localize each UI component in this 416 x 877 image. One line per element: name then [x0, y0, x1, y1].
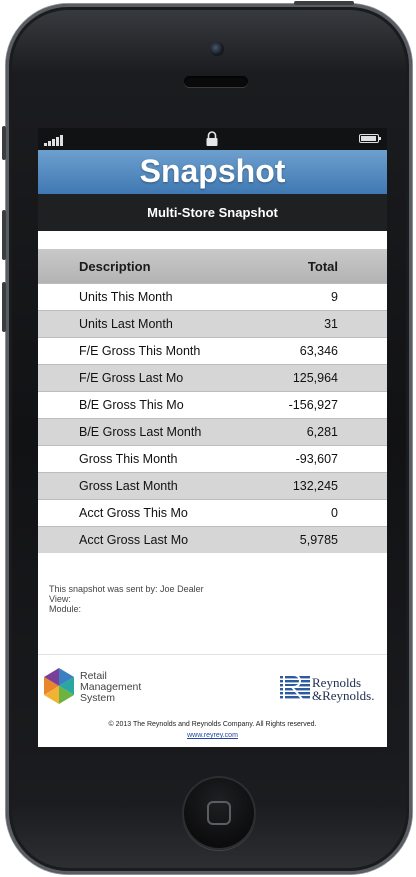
reynolds-logo-icon [280, 675, 310, 699]
home-button[interactable] [182, 776, 256, 850]
row-total: 5,9785 [255, 526, 387, 553]
row-description: Units Last Month [38, 310, 256, 338]
column-header-description: Description [38, 249, 256, 284]
sent-info: This snapshot was sent by: Joe Dealer Vi… [49, 584, 387, 614]
front-camera-icon [210, 42, 224, 56]
table-row: Acct Gross This Mo 0 [38, 499, 387, 527]
home-square-icon [207, 801, 231, 825]
table-row: Gross Last Month 132,245 [38, 472, 387, 500]
rms-logo-icon [44, 668, 74, 704]
table-row: Gross This Month -93,607 [38, 445, 387, 473]
battery-icon [359, 134, 381, 143]
row-description: B/E Gross This Mo [38, 391, 256, 419]
table-row: F/E Gross This Month 63,346 [38, 337, 387, 365]
table-row: B/E Gross Last Month 6,281 [38, 418, 387, 446]
spacer [38, 231, 387, 249]
row-description: F/E Gross Last Mo [38, 364, 256, 392]
row-description: B/E Gross Last Month [38, 418, 256, 446]
page-title: Snapshot [38, 150, 387, 194]
power-button [294, 1, 354, 5]
module-label: Module: [49, 604, 82, 614]
row-description: F/E Gross This Month [38, 337, 256, 365]
table-row: Units This Month 9 [38, 283, 387, 311]
footer-logos: Retail Management System Reynolds &Reyno… [38, 655, 387, 715]
row-description: Gross This Month [38, 445, 256, 473]
website-link[interactable]: www.reyrey.com [38, 732, 387, 739]
earpiece-speaker [184, 76, 248, 87]
signal-bars-icon [44, 135, 63, 146]
table-row: B/E Gross This Mo -156,927 [38, 391, 387, 419]
row-total: 0 [255, 499, 387, 527]
row-total: -156,927 [255, 391, 387, 419]
rms-line-3: System [80, 692, 116, 704]
row-total: 125,964 [255, 364, 387, 392]
row-total: 63,346 [255, 337, 387, 365]
row-total: 132,245 [255, 472, 387, 500]
table-header-row: Description Total [38, 249, 387, 284]
silent-switch [2, 126, 6, 160]
volume-up-button [2, 210, 6, 260]
row-total: 9 [255, 283, 387, 311]
copyright-text: © 2013 The Reynolds and Reynolds Company… [108, 721, 317, 728]
phone-frame: Snapshot Multi-Store Snapshot Descriptio… [2, 1, 412, 874]
row-total: 31 [255, 310, 387, 338]
row-total: -93,607 [255, 445, 387, 473]
column-header-total: Total [255, 249, 387, 284]
row-total: 6,281 [255, 418, 387, 446]
status-bar [38, 128, 387, 150]
table-row: F/E Gross Last Mo 125,964 [38, 364, 387, 392]
row-description: Acct Gross Last Mo [38, 526, 256, 553]
rr-line-2: &Reynolds. [312, 688, 375, 703]
row-description: Units This Month [38, 283, 256, 311]
phone-screen: Snapshot Multi-Store Snapshot Descriptio… [38, 128, 387, 747]
row-description: Gross Last Month [38, 472, 256, 500]
view-label: View: [49, 594, 71, 604]
table-row: Units Last Month 31 [38, 310, 387, 338]
lock-icon [206, 131, 218, 146]
row-description: Acct Gross This Mo [38, 499, 256, 527]
volume-down-button [2, 282, 6, 332]
sent-by-text: This snapshot was sent by: Joe Dealer [49, 584, 204, 594]
snapshot-table: Description Total Units This Month 9 Uni… [38, 249, 387, 553]
page-subtitle: Multi-Store Snapshot [38, 194, 387, 231]
table-row: Acct Gross Last Mo 5,9785 [38, 526, 387, 553]
rms-logo-text: Retail Management System [80, 671, 141, 704]
reynolds-logo-text: Reynolds &Reynolds. [312, 676, 374, 702]
